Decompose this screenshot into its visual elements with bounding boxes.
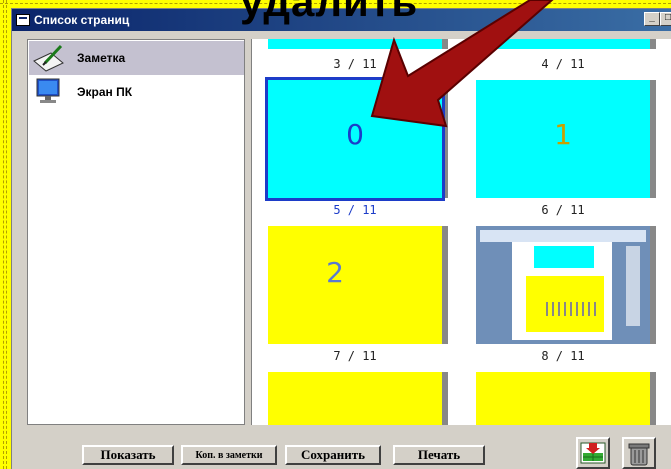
annotation-text: удалить <box>240 0 419 25</box>
page-number-label: 7 / 11 <box>333 349 377 363</box>
page-number-label: 8 / 11 <box>541 349 585 363</box>
sidebar-item-label: Экран ПК <box>77 85 133 99</box>
page-thumbnail[interactable]: 2 <box>268 226 442 344</box>
copy-to-notes-button[interactable]: Коп. в заметки <box>181 445 277 465</box>
slide-guide <box>3 0 4 469</box>
page-thumbnail[interactable]: 0 <box>265 77 445 201</box>
trash-bin-icon <box>628 443 650 466</box>
delete-page-button[interactable] <box>622 437 656 469</box>
page-thumbnail[interactable] <box>476 372 650 425</box>
page-thumbnails-panel: 3 / 11 4 / 11 0 5 / 11 1 6 / 11 2 7 / 11… <box>251 39 671 425</box>
bottom-toolbar: Показать Коп. в заметки Сохранить Печать <box>12 429 671 469</box>
sidebar-item-note[interactable]: Заметка <box>29 41 244 75</box>
insert-page-icon <box>580 442 606 464</box>
show-button[interactable]: Показать <box>82 445 174 465</box>
page-number-label: 6 / 11 <box>541 203 585 217</box>
print-button[interactable]: Печать <box>393 445 485 465</box>
window-app-icon <box>16 14 30 26</box>
slide-guide <box>6 0 7 469</box>
category-list: Заметка Экран ПК <box>27 39 245 425</box>
screenshot-ribbon <box>480 230 646 242</box>
screenshot-table <box>546 302 596 316</box>
page-number-label: 4 / 11 <box>541 57 585 71</box>
page-content-digit: 2 <box>326 256 344 289</box>
page-content-digit: 0 <box>346 118 364 151</box>
save-button[interactable]: Сохранить <box>285 445 381 465</box>
page-thumbnail[interactable] <box>476 39 650 49</box>
insert-page-button[interactable] <box>576 437 610 469</box>
page-thumbnail-screenshot[interactable] <box>476 226 650 344</box>
window-title: Список страниц <box>34 13 130 27</box>
maximize-button[interactable]: □ <box>660 12 671 26</box>
page-list-window: Список страниц _ □ Заметка Экран ПК 3 / … <box>11 8 671 469</box>
pen-note-icon <box>33 44 64 72</box>
page-content-digit: 1 <box>554 118 572 151</box>
screenshot-slide-cyan <box>534 246 594 268</box>
sidebar-item-label: Заметка <box>77 51 126 65</box>
sidebar-item-pc-screen[interactable]: Экран ПК <box>29 75 244 109</box>
page-number-label: 5 / 11 <box>333 203 377 217</box>
page-thumbnail[interactable] <box>268 39 442 49</box>
minimize-button[interactable]: _ <box>644 12 660 26</box>
page-number-label: 3 / 11 <box>333 57 377 71</box>
page-thumbnail[interactable] <box>268 372 442 425</box>
page-thumbnail[interactable]: 1 <box>476 80 650 198</box>
screenshot-side-panel <box>626 246 640 326</box>
pc-screen-icon <box>36 78 60 103</box>
